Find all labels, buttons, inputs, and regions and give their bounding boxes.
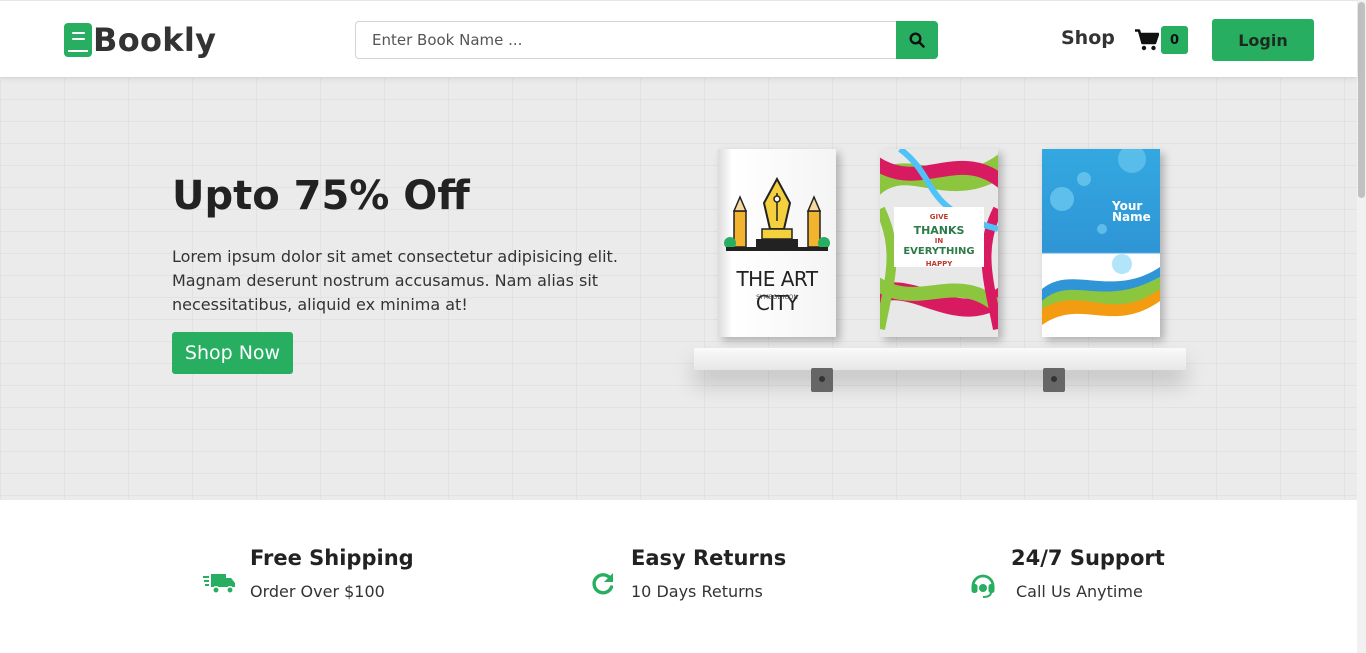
cart-count-badge: 0: [1161, 26, 1188, 54]
feature-title: Easy Returns: [631, 546, 787, 570]
page: Bookly Shop 0 Login Upto 75% Off: [0, 0, 1366, 653]
headset-icon: [971, 574, 995, 598]
book2-line4: EVERYTHING: [903, 246, 975, 257]
truck-icon: [203, 574, 235, 594]
search-bar: [355, 21, 938, 59]
book-cover-art-city: THE ART CITY SYMBOL ICON: [718, 149, 836, 337]
hero-banner: Upto 75% Off Lorem ipsum dolor sit amet …: [0, 77, 1357, 500]
book2-line3: IN: [934, 237, 944, 245]
book2-line1: GIVE: [929, 213, 949, 221]
shelf: [694, 348, 1186, 370]
book2-line5: HAPPY: [925, 260, 953, 268]
search-icon: [909, 32, 925, 48]
book2-line2: THANKS: [913, 224, 965, 237]
book3-text: Your Name: [1112, 199, 1151, 224]
page-scrollbar[interactable]: [1357, 0, 1366, 653]
shelf-bracket: [811, 368, 833, 392]
cart-icon: [1135, 29, 1159, 51]
book2-text: GIVE THANKS IN EVERYTHING HAPPY: [892, 211, 986, 271]
book1-title: THE ART CITY: [736, 267, 818, 315]
book-shelf-illustration: THE ART CITY SYMBOL ICON GIVE THANKS IN …: [690, 145, 1190, 405]
nav-shop-link[interactable]: Shop: [1061, 27, 1115, 49]
shelf-bracket: [1043, 368, 1065, 392]
hero-description: Lorem ipsum dolor sit amet consectetur a…: [172, 247, 618, 314]
redo-icon: [592, 573, 614, 595]
feature-subtitle: 10 Days Returns: [631, 582, 763, 601]
bubble-pattern: [1042, 149, 1160, 325]
book-cover-your-name: Your Name: [1042, 149, 1160, 337]
feature-subtitle: Call Us Anytime: [1016, 582, 1143, 601]
hero-title: Upto 75% Off: [172, 173, 470, 219]
pen-nib-icon: [724, 176, 830, 251]
scrollbar-thumb[interactable]: [1358, 2, 1365, 198]
feature-title: Free Shipping: [250, 546, 414, 570]
logo-link[interactable]: Bookly: [64, 21, 216, 59]
cart-button[interactable]: 0: [1135, 26, 1188, 54]
feature-subtitle: Order Over $100: [250, 582, 385, 601]
logo-text: Bookly: [93, 21, 217, 59]
site-header: Bookly Shop 0 Login: [0, 0, 1357, 77]
shop-now-button[interactable]: Shop Now: [172, 332, 293, 374]
search-button[interactable]: [896, 21, 938, 59]
book-cover-thanks: GIVE THANKS IN EVERYTHING HAPPY: [880, 149, 998, 337]
book1-subtitle: SYMBOL ICON: [756, 294, 798, 301]
feature-title: 24/7 Support: [1011, 546, 1165, 570]
features-section: Free Shipping Order Over $100 Easy Retur…: [0, 500, 1357, 653]
search-input[interactable]: [355, 21, 896, 59]
login-button[interactable]: Login: [1212, 19, 1314, 61]
book-icon: [64, 23, 92, 57]
